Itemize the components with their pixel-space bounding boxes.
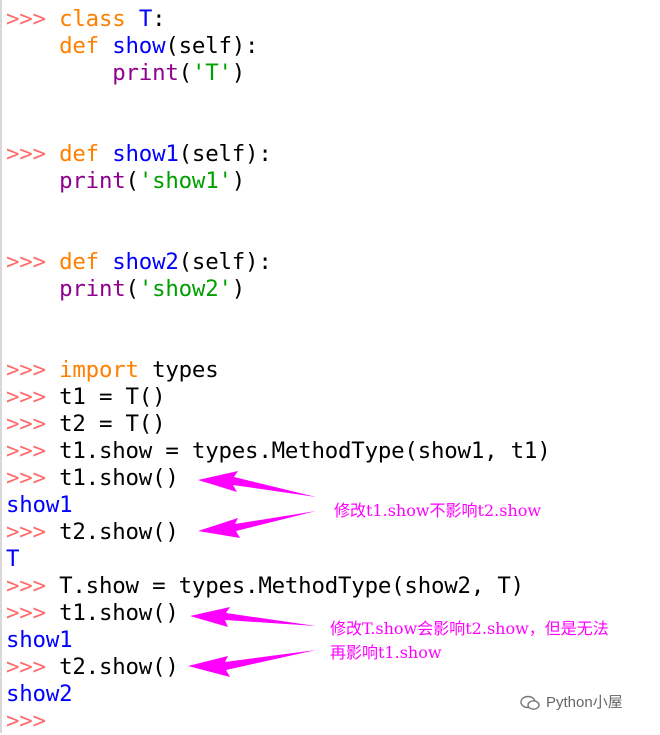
arrow-1 [198,471,316,497]
annotation-T-show-line2: 再影响t1.show [330,643,442,662]
annotation-t1-show: 修改t1.show不影响t2.show [334,501,542,520]
arrow-3 [190,607,316,627]
annotation-T-show-line1: 修改T.show会影响t2.show，但是无法 [330,619,609,638]
arrow-4 [188,650,316,677]
watermark-text: Python小屋 [546,694,623,711]
arrow-2 [198,511,316,538]
wechat-bubble-icon [520,695,540,711]
watermark: Python小屋 [520,692,623,714]
